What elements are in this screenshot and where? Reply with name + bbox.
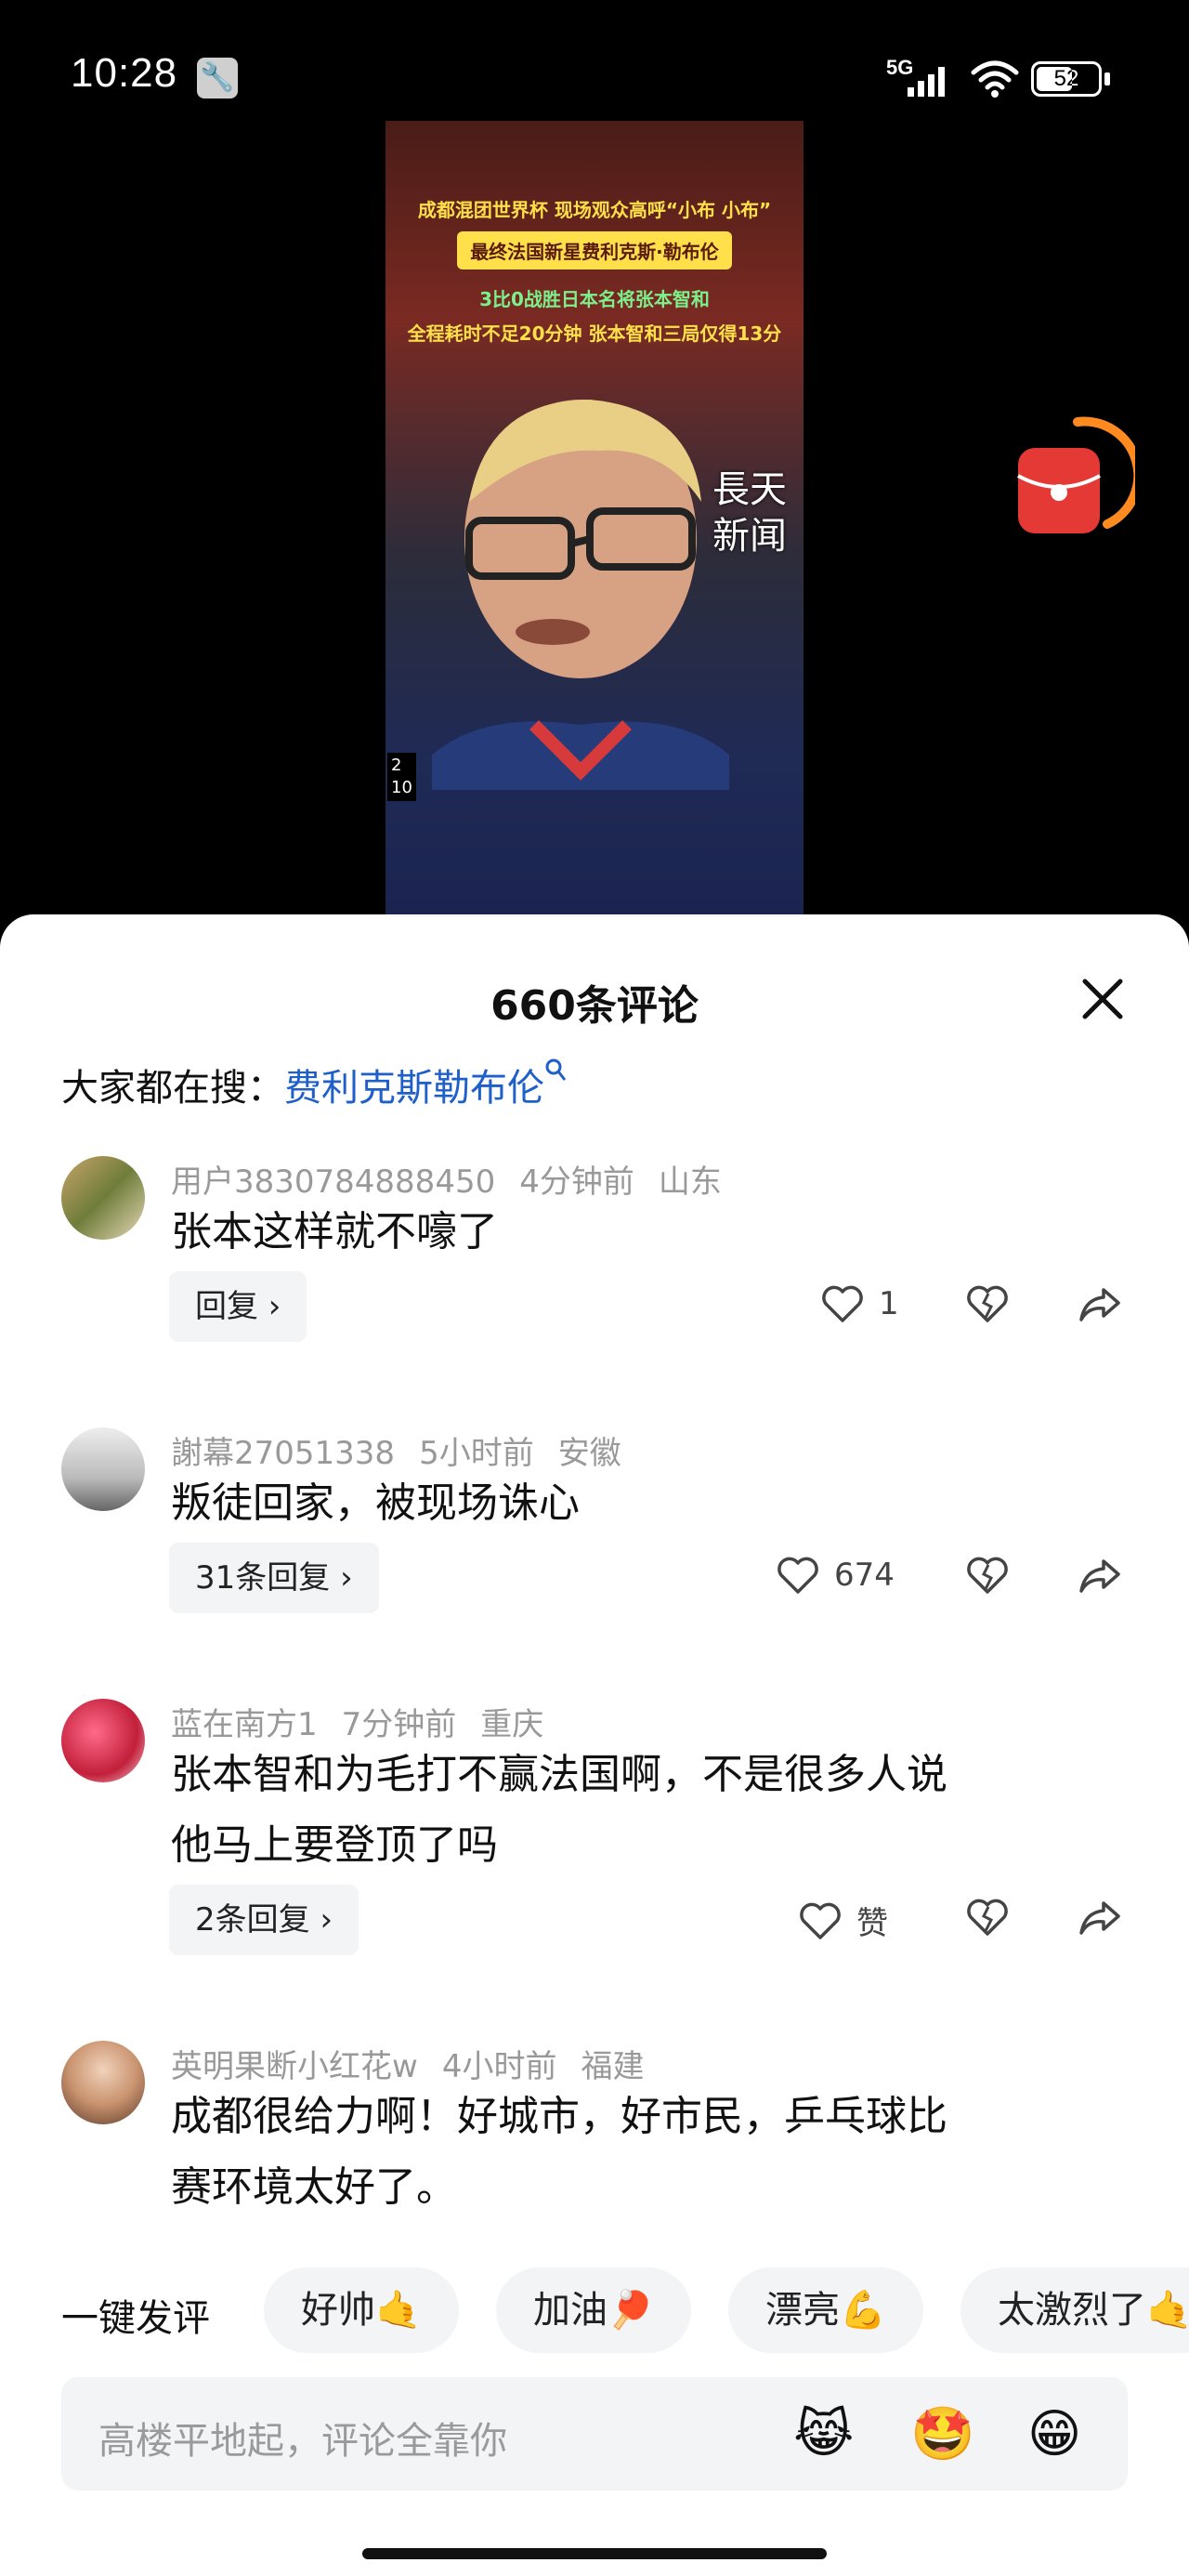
video-caption: 成都混团世界杯 现场观众高呼“小布 小布” 最终法国新星费利克斯·勒布伦 3比0… xyxy=(385,195,804,346)
comment-region: 重庆 xyxy=(480,1706,544,1743)
signal-icon xyxy=(908,67,945,97)
heart-icon xyxy=(800,1902,841,1939)
quick-chip-cheer[interactable]: 加油🏓 xyxy=(496,2267,691,2353)
comment-meta: 英明果断小红花w 4小时前 福建 xyxy=(171,2041,668,2086)
status-time: 10:28 xyxy=(71,50,178,96)
battery-level: 52 xyxy=(1053,66,1079,91)
comment-text: 叛徒回家，被现场诛心 xyxy=(171,1479,580,1527)
trending-keyword[interactable]: 费利克斯勒布伦 xyxy=(284,1067,544,1110)
comment-text: 张本这样就不嚎了 xyxy=(171,1208,498,1255)
comment-region: 安徽 xyxy=(557,1435,621,1472)
comment-time: 4小时前 xyxy=(441,2048,557,2085)
trending-label: 大家都在搜： xyxy=(61,1067,284,1110)
quick-comment-bar: 一键发评 好帅🤙 加油🏓 漂亮💪 太激烈了🤙 xyxy=(0,2267,1189,2357)
broken-heart-icon[interactable] xyxy=(966,1284,1009,1323)
starstruck-emoji-icon[interactable]: 🤩 xyxy=(910,2407,975,2463)
comment-time: 5小时前 xyxy=(419,1435,534,1472)
username[interactable]: 英明果断小红花w xyxy=(171,2048,418,2085)
comment-item: 謝幕27051338 5小时前 安徽 叛徒回家，被现场诛心 31条回复 › 674 xyxy=(0,1427,1189,1632)
caption-line-4: 全程耗时不足20分钟 张本智和三局仅得13分 xyxy=(407,322,782,345)
caption-line-1: 成都混团世界杯 现场观众高呼“小布 小布” xyxy=(417,199,772,221)
comment-region: 山东 xyxy=(658,1163,722,1201)
comment-time: 7分钟前 xyxy=(341,1706,457,1743)
red-envelope-icon[interactable] xyxy=(1014,414,1135,545)
quick-chip-handsome[interactable]: 好帅🤙 xyxy=(264,2267,459,2353)
battery-icon: 52 xyxy=(1031,61,1102,97)
wifi-icon xyxy=(971,60,1019,98)
share-icon[interactable] xyxy=(1078,1899,1122,1937)
comment-input[interactable]: 高楼平地起，评论全靠你 😹 🤩 😁 xyxy=(61,2377,1128,2491)
comment-item: 英明果断小红花w 4小时前 福建 成都很给力啊！好城市，好市民，乒乓球比 赛环境太好… xyxy=(0,2041,1189,2245)
comment-region: 福建 xyxy=(581,2048,645,2085)
username[interactable]: 蓝在南方1 xyxy=(171,1706,318,1743)
trending-search[interactable]: 大家都在搜：费利克斯勒布伦 xyxy=(61,1058,568,1111)
like-button[interactable]: 1 xyxy=(821,1284,899,1323)
like-count: 1 xyxy=(879,1285,899,1322)
avatar[interactable] xyxy=(61,1699,145,1782)
caption-line-2: 最终法国新星费利克斯·勒布伦 xyxy=(457,231,732,269)
like-button[interactable]: 674 xyxy=(777,1556,895,1595)
heart-icon xyxy=(777,1557,818,1594)
search-icon xyxy=(545,1058,567,1081)
comment-item: 用户3830784888450 4分钟前 山东 张本这样就不嚎了 回复 › 1 xyxy=(0,1156,1189,1360)
comment-text: 成都很给力啊！好城市，好市民，乒乓球比 赛环境太好了。 xyxy=(171,2093,947,2211)
username[interactable]: 用户3830784888450 xyxy=(171,1163,495,1201)
like-button[interactable]: 赞 xyxy=(799,1898,888,1943)
laughing-emoji-icon[interactable]: 😹 xyxy=(793,2407,854,2463)
like-count: 674 xyxy=(834,1557,895,1594)
wrench-icon: 🔧 xyxy=(197,58,238,99)
news-brand-logo: 長天 新闻 xyxy=(712,468,787,558)
comment-meta: 蓝在南方1 7分钟前 重庆 xyxy=(171,1699,568,1744)
like-count: 赞 xyxy=(856,1905,888,1942)
broken-heart-icon[interactable] xyxy=(966,1898,1009,1937)
comment-time: 4分钟前 xyxy=(519,1163,634,1201)
comment-meta: 用户3830784888450 4分钟前 山东 xyxy=(171,1156,746,1202)
avatar[interactable] xyxy=(61,2041,145,2124)
comment-count-title: 660条评论 xyxy=(490,982,699,1030)
comment-meta: 謝幕27051338 5小时前 安徽 xyxy=(171,1427,646,1473)
broken-heart-icon[interactable] xyxy=(966,1556,1009,1595)
video-player[interactable]: 成都混团世界杯 现场观众高呼“小布 小布” 最终法国新星费利克斯·勒布伦 3比0… xyxy=(385,121,804,915)
avatar[interactable] xyxy=(61,1427,145,1511)
share-icon[interactable] xyxy=(1078,1557,1122,1595)
quick-chip-intense[interactable]: 太激烈了🤙 xyxy=(960,2267,1189,2353)
avatar[interactable] xyxy=(61,1156,145,1240)
quick-comment-label: 一键发评 xyxy=(61,2297,210,2340)
share-icon[interactable] xyxy=(1078,1286,1122,1323)
player-portrait xyxy=(432,400,729,790)
close-icon[interactable] xyxy=(1078,974,1128,1024)
home-indicator[interactable] xyxy=(362,2548,827,2559)
comment-item: 蓝在南方1 7分钟前 重庆 张本智和为毛打不赢法国啊，不是很多人说 他马上要登顶了吗… xyxy=(0,1699,1189,1978)
quick-chip-beautiful[interactable]: 漂亮💪 xyxy=(728,2267,923,2353)
caption-line-3: 3比0战胜日本名将张本智和 xyxy=(479,288,710,310)
comment-text: 张本智和为毛打不赢法国啊，不是很多人说 他马上要登顶了吗 xyxy=(171,1751,947,1869)
comment-input-placeholder: 高楼平地起，评论全靠你 xyxy=(98,2420,507,2463)
username[interactable]: 謝幕27051338 xyxy=(171,1435,395,1472)
score-overlay: 2 10 xyxy=(387,753,416,801)
grinning-emoji-icon[interactable]: 😁 xyxy=(1027,2407,1081,2463)
heart-icon xyxy=(822,1285,863,1322)
